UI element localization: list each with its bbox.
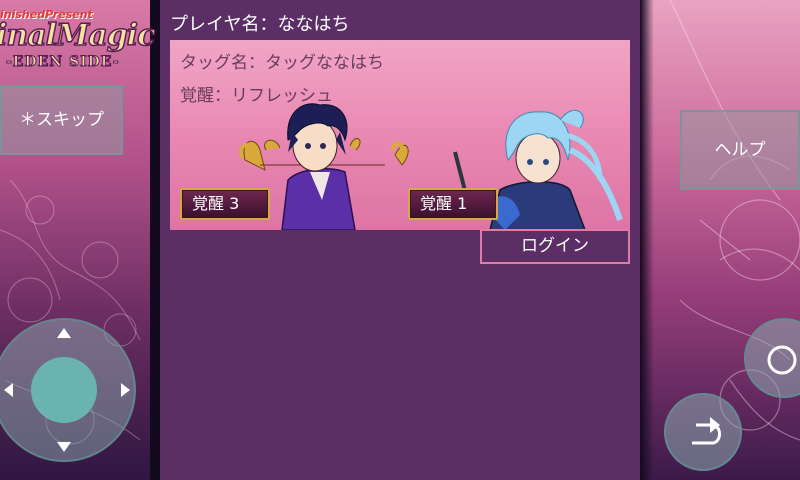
player-panel: プレイヤ名：ななはち タッグ名：タッグななはち 覚醒：リフレッシュ 覚醒 3 覚…	[160, 0, 640, 480]
login-button[interactable]: ログイン	[480, 229, 630, 264]
logo-main-text: inalMagic	[0, 17, 156, 54]
player-name: プレイヤ名：ななはち	[170, 14, 350, 35]
game-logo: inishedPresent inalMagic -EDEN SIDE-	[0, 8, 156, 78]
awakening-badge-left: 覚醒 3	[180, 188, 270, 220]
dpad-icon[interactable]	[0, 316, 138, 462]
right-band	[640, 0, 654, 480]
awakening-badge-right: 覚醒 1	[408, 188, 498, 220]
return-button[interactable]	[664, 393, 742, 471]
help-button[interactable]: ヘルプ	[680, 110, 800, 190]
logo-sub-text: -EDEN SIDE-	[6, 54, 120, 71]
character-card[interactable]: タッグ名：タッグななはち 覚醒：リフレッシュ 覚醒 3 覚醒 1	[170, 40, 630, 230]
awakening-skill: 覚醒：リフレッシュ	[180, 86, 333, 106]
left-band	[150, 0, 160, 480]
skip-button[interactable]: ＊スキップ	[0, 85, 123, 155]
circle-icon[interactable]	[746, 320, 800, 400]
return-arrow-icon[interactable]	[666, 395, 744, 473]
circle-button[interactable]	[744, 318, 800, 398]
tag-name: タッグ名：タッグななはち	[180, 53, 384, 73]
dpad-control[interactable]	[0, 316, 138, 462]
